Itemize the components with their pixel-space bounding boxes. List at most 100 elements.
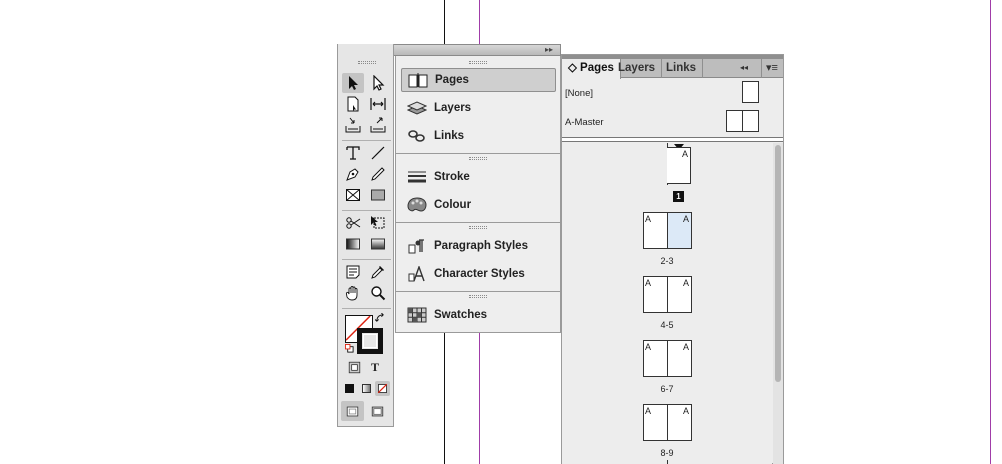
rectangle-tool[interactable] <box>367 185 389 205</box>
pen-tool[interactable] <box>342 164 364 184</box>
eyedropper-tool[interactable] <box>367 262 389 282</box>
zoom-tool-icon <box>371 286 386 301</box>
pages-panel: ◇ Pages Layers Links ◂◂ ▾≡ [None] A-Mast… <box>561 54 784 464</box>
spread-label: 4-5 <box>660 320 674 330</box>
apply-color-button[interactable] <box>345 384 354 393</box>
zoom-tool[interactable] <box>367 283 389 303</box>
gradient-swatch-tool[interactable] <box>342 234 364 254</box>
character-styles-icon <box>408 266 425 282</box>
panel-group-grip[interactable] <box>469 157 487 160</box>
screen-mode-button[interactable] <box>366 401 389 421</box>
content-collector-tool[interactable] <box>342 115 364 135</box>
spread-label: 6-7 <box>660 384 674 394</box>
pen-tool-icon <box>346 168 359 181</box>
pages-scrollbar[interactable] <box>773 143 783 464</box>
normal-view-button[interactable] <box>341 401 364 421</box>
master-none[interactable]: [None] <box>565 79 760 107</box>
panel-item-swatches[interactable]: Swatches <box>401 303 556 327</box>
pages-list: A 1 A A 2-3 A A 4-5 A A 6-7 A A 8-9 <box>562 143 772 464</box>
spread-8-9-thumbnail[interactable]: A A <box>643 404 692 441</box>
free-transform-tool[interactable] <box>367 213 389 233</box>
none-icon <box>378 384 387 393</box>
tab-links[interactable]: Links <box>660 59 704 78</box>
stroke-swatch[interactable] <box>357 328 383 354</box>
master-a-thumbnail <box>726 110 759 132</box>
panel-item-character-styles[interactable]: Character Styles <box>401 262 556 286</box>
gradient-feather-tool[interactable] <box>367 234 389 254</box>
note-tool[interactable] <box>342 262 364 282</box>
spread-2-3-thumbnail[interactable]: A A <box>643 212 692 249</box>
selection-tool-icon <box>349 76 358 90</box>
layers-icon <box>407 101 427 115</box>
pages-icon <box>408 73 428 88</box>
gradient-feather-tool-icon <box>371 238 385 250</box>
panel-item-colour[interactable]: Colour <box>401 193 556 217</box>
swap-fill-stroke-icon[interactable] <box>375 313 386 324</box>
content-placer-icon <box>370 117 386 133</box>
tools-grip[interactable] <box>358 61 376 64</box>
margin-guide-right <box>990 0 991 464</box>
apply-none-button[interactable] <box>375 381 390 396</box>
page-1-number-badge: 1 <box>673 191 684 202</box>
type-tool-icon <box>346 146 360 160</box>
type-tool[interactable] <box>342 143 364 163</box>
spread-spine <box>667 460 668 464</box>
gap-tool-icon <box>370 98 386 110</box>
tools-separator <box>342 259 391 260</box>
swatches-icon <box>407 307 427 323</box>
hand-tool-icon <box>345 286 358 301</box>
tools-separator <box>342 308 391 309</box>
panel-item-layers[interactable]: Layers <box>401 96 556 120</box>
pages-panel-tabs: ◇ Pages Layers Links ◂◂ ▾≡ <box>562 59 783 79</box>
gap-tool[interactable] <box>367 94 389 114</box>
page-tool-icon <box>347 96 359 112</box>
default-fill-stroke-icon[interactable] <box>345 344 354 353</box>
panel-menu-button[interactable]: ▾≡ <box>761 59 778 78</box>
panel-dock: Pages Layers Links Stroke Colour Paragra… <box>395 56 561 333</box>
collapse-panel-button[interactable]: ◂◂ <box>740 59 748 78</box>
panel-item-pages[interactable]: Pages <box>401 68 556 92</box>
content-placer-tool[interactable] <box>367 115 389 135</box>
selection-tool[interactable] <box>342 73 364 93</box>
scissors-tool[interactable] <box>342 213 364 233</box>
apply-gradient-button[interactable] <box>362 384 371 393</box>
rectangle-tool-icon <box>371 189 385 201</box>
panel-group-grip[interactable] <box>469 61 487 64</box>
panel-item-links[interactable]: Links <box>401 124 556 148</box>
spread-6-7-thumbnail[interactable]: A A <box>643 340 692 377</box>
tools-separator <box>342 210 391 211</box>
master-none-thumbnail <box>742 81 759 103</box>
master-a[interactable]: A-Master <box>565 108 760 136</box>
line-tool[interactable] <box>367 143 389 163</box>
page-1-thumbnail[interactable]: A <box>667 147 691 184</box>
panel-group-grip[interactable] <box>469 226 487 229</box>
paragraph-styles-icon <box>408 239 424 254</box>
tab-layers[interactable]: Layers <box>612 59 663 78</box>
masters-pages-divider[interactable] <box>562 137 783 142</box>
rectangle-frame-tool-icon <box>346 189 360 201</box>
colour-palette-icon <box>407 197 427 212</box>
page-tool[interactable] <box>342 94 364 114</box>
hand-tool[interactable] <box>342 283 364 303</box>
rectangle-frame-tool[interactable] <box>342 185 364 205</box>
pencil-tool-icon <box>371 167 385 181</box>
gradient-swatch-tool-icon <box>346 238 360 250</box>
line-tool-icon <box>371 146 385 160</box>
pencil-tool[interactable] <box>367 164 389 184</box>
formatting-text-button[interactable]: T <box>365 358 385 376</box>
panel-group-grip[interactable] <box>469 295 487 298</box>
spread-label: 2-3 <box>660 256 674 266</box>
scissors-tool-icon <box>346 217 361 229</box>
panel-item-paragraph-styles[interactable]: Paragraph Styles <box>401 234 556 258</box>
formatting-container-button[interactable] <box>344 358 364 376</box>
content-collector-icon <box>345 117 361 133</box>
links-icon <box>408 130 425 142</box>
panel-group-separator <box>396 291 561 292</box>
spread-label: 8-9 <box>660 448 674 458</box>
pages-scrollbar-thumb[interactable] <box>775 145 781 382</box>
panel-item-stroke[interactable]: Stroke <box>401 165 556 189</box>
spread-4-5-thumbnail[interactable]: A A <box>643 276 692 313</box>
direct-selection-tool[interactable] <box>367 73 389 93</box>
expand-panels-button[interactable]: ▸▸ <box>545 44 553 56</box>
panel-group-separator <box>396 153 561 154</box>
